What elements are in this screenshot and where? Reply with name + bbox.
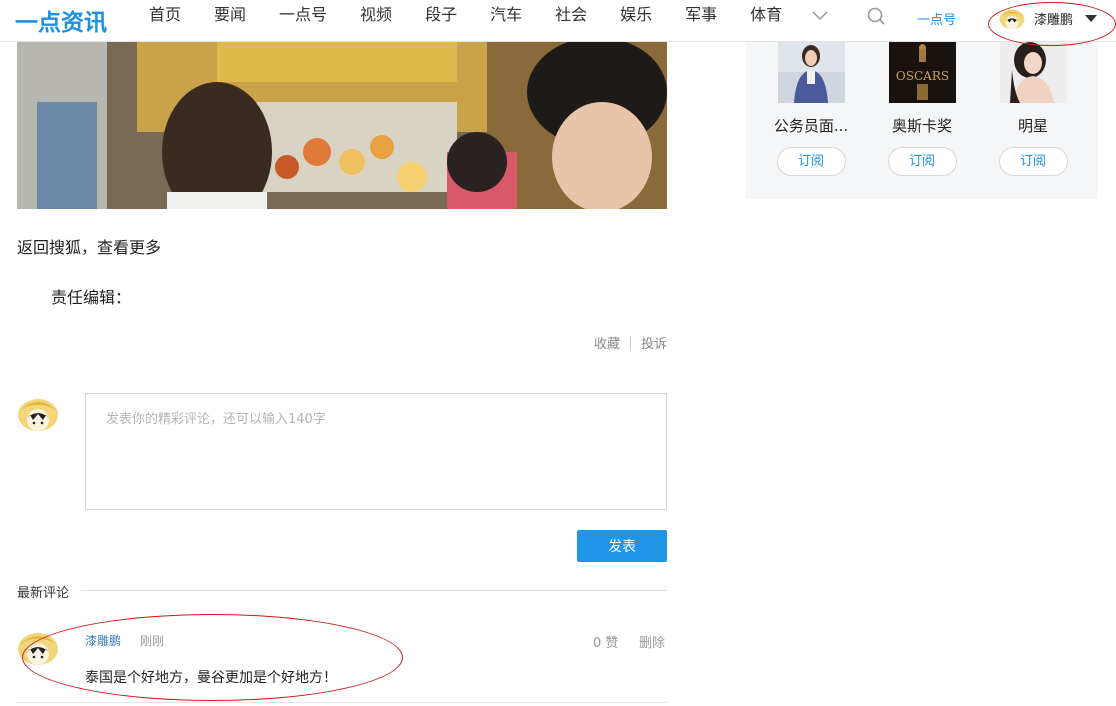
section-divider [17,590,667,591]
article-photo [17,42,667,209]
like-button[interactable]: 0 赞 [593,632,618,651]
back-to-sohu-link[interactable]: 返回搜狐，查看更多 [17,234,161,258]
topic-thumbnail[interactable]: OSCARS [888,42,956,103]
chevron-down-icon[interactable] [810,6,830,26]
svg-text:OSCARS: OSCARS [895,69,948,83]
commenter-avatar-icon[interactable] [17,627,59,667]
nav-item-video[interactable]: 视频 [360,0,392,42]
main-nav: 首页 要闻 一点号 视频 段子 汽车 社会 娱乐 军事 体育 [149,0,815,42]
caret-down-icon [1085,14,1098,22]
subscribe-button[interactable]: 订阅 [998,147,1068,176]
my-avatar-icon [18,399,58,431]
comment-input[interactable] [85,393,667,510]
report-link[interactable]: 投诉 [641,333,667,352]
annotation-ellipse-comment [22,614,403,701]
shrine-offering-photo [17,42,667,209]
article-actions: 收藏 投诉 [594,333,667,352]
divider [629,335,631,350]
topic-name[interactable]: 明星 [988,115,1078,136]
user-menu[interactable]: 漆雕鹏 [998,3,1098,33]
responsible-editor: 责任编辑： [51,288,132,307]
latest-comments-title: 最新评论 [17,582,82,601]
nav-item-auto[interactable]: 汽车 [490,0,522,42]
topic-card: 明星 订阅 [988,42,1078,176]
site-logo[interactable]: 一点资讯 [15,3,107,37]
username: 漆雕鹏 [1034,12,1074,28]
topic-thumbnail[interactable] [777,42,845,103]
subscribe-sidebar: 公务员面... 订阅 OSCARS 奥斯卡奖 订阅 明星 订阅 [746,42,1098,199]
subscribe-button[interactable]: 订阅 [776,147,846,176]
user-avatar-icon [999,9,1025,30]
nav-item-sports[interactable]: 体育 [750,0,782,42]
top-nav-bar: 一点资讯 首页 要闻 一点号 视频 段子 汽车 社会 娱乐 军事 体育 一点号 … [0,0,1116,42]
submit-comment-button[interactable]: 发表 [577,530,667,562]
nav-item-society[interactable]: 社会 [555,0,587,42]
nav-item-military[interactable]: 军事 [685,0,717,42]
comment-divider [17,702,667,703]
topic-name[interactable]: 公务员面... [766,115,856,136]
search-icon[interactable] [866,6,886,26]
collect-link[interactable]: 收藏 [594,333,620,352]
comment-time: 刚刚 [140,634,165,648]
topic-card: OSCARS 奥斯卡奖 订阅 [877,42,967,176]
nav-item-entertainment[interactable]: 娱乐 [620,0,652,42]
comment-text: 泰国是个好地方，曼谷更加是个好地方！ [85,670,337,686]
subscribe-button[interactable]: 订阅 [887,147,957,176]
nav-item-news[interactable]: 要闻 [214,0,246,42]
topic-name[interactable]: 奥斯卡奖 [877,115,967,136]
nav-item-home[interactable]: 首页 [149,0,181,42]
comment-username[interactable]: 漆雕鹏 [85,632,121,649]
topic-thumbnail[interactable] [999,42,1067,103]
nav-item-yidianhao[interactable]: 一点号 [279,0,327,42]
topic-card: 公务员面... 订阅 [766,42,856,176]
delete-button[interactable]: 删除 [639,632,665,651]
nav-item-jokes[interactable]: 段子 [425,0,457,42]
yidianhao-link[interactable]: 一点号 [917,9,956,28]
